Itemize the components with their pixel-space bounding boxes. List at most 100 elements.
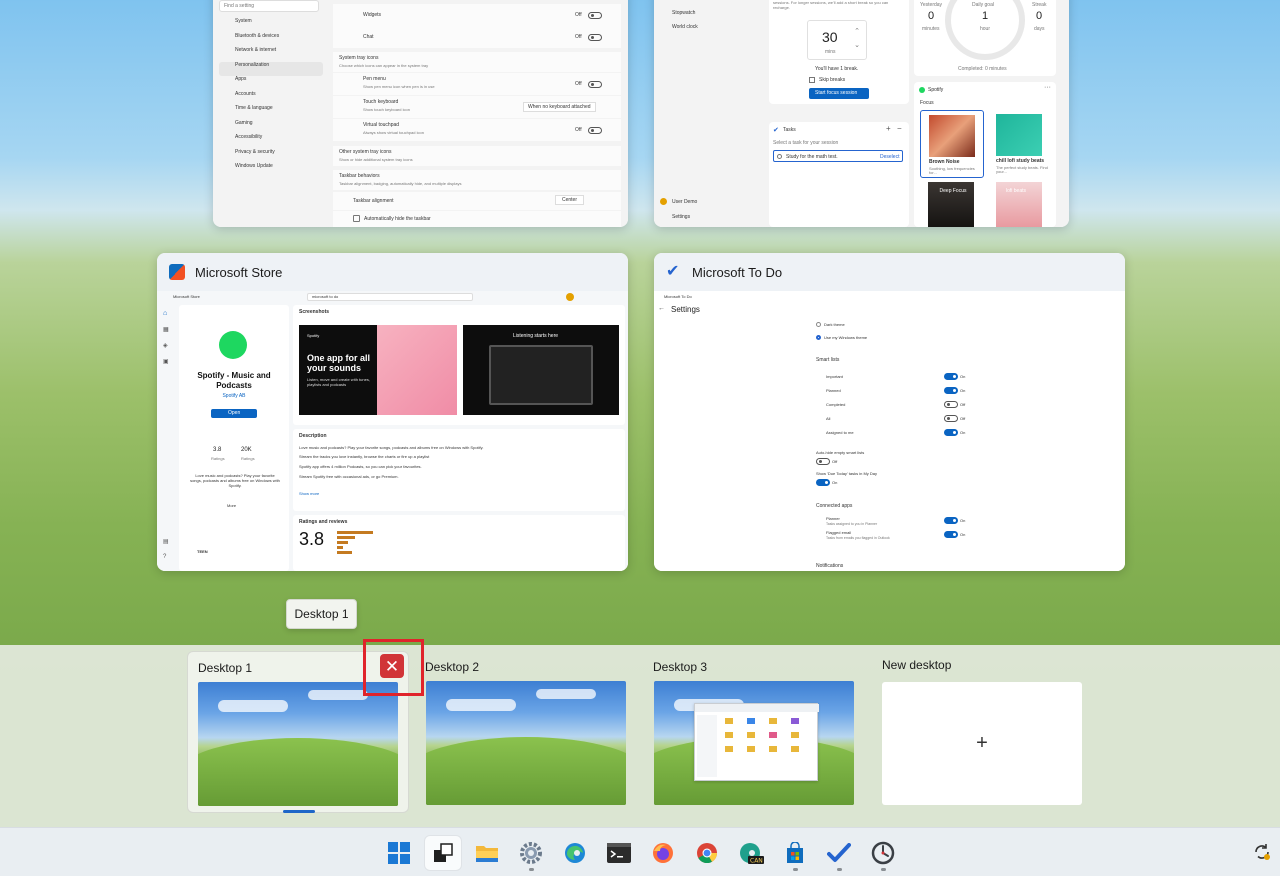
clock-button[interactable] bbox=[865, 836, 901, 871]
nav-world-clock[interactable]: World clock bbox=[672, 24, 698, 30]
show-due-toggle[interactable] bbox=[816, 479, 830, 486]
settings-button[interactable] bbox=[513, 836, 549, 871]
edge-button[interactable] bbox=[557, 836, 593, 870]
sidebar-item-accounts[interactable]: Accounts bbox=[219, 91, 323, 106]
sidebar-item-apps[interactable]: Apps bbox=[219, 76, 323, 91]
chrome-icon bbox=[697, 843, 718, 864]
new-desktop[interactable]: New desktop + bbox=[872, 651, 1094, 813]
todo-icon bbox=[827, 843, 851, 862]
help-icon[interactable]: ? bbox=[163, 554, 166, 560]
store-open-button[interactable]: Open bbox=[211, 409, 257, 418]
show-due-value: On bbox=[832, 480, 838, 485]
gaming-icon[interactable]: ◈ bbox=[163, 342, 168, 349]
sidebar-item-personalization[interactable]: Personalization bbox=[219, 61, 323, 76]
microsoft-store-window-thumbnail[interactable]: Microsoft Store Microsoft Store microsof… bbox=[157, 253, 628, 571]
playlist-brown-noise[interactable]: Brown Noise Soothing, low frequencies fo… bbox=[920, 110, 984, 178]
task-view-button[interactable] bbox=[425, 836, 461, 870]
task-circle-icon[interactable] bbox=[777, 154, 782, 159]
show-more-link[interactable]: Show more bbox=[299, 491, 319, 496]
radio-windows-theme[interactable] bbox=[816, 335, 821, 340]
alignment-select[interactable]: Center bbox=[555, 195, 585, 205]
user-name[interactable]: User Demo bbox=[672, 199, 697, 205]
age-rating-badge: TEEN bbox=[197, 549, 208, 554]
settings-search-input[interactable]: Find a setting bbox=[219, 0, 319, 12]
playlist-lofi-study[interactable]: chill lofi study beats The perfect study… bbox=[988, 110, 1052, 178]
playlist-lofi-beats[interactable]: lofi beats bbox=[996, 182, 1042, 227]
sidebar-item-gaming[interactable]: Gaming bbox=[219, 120, 323, 135]
clock-window-thumbnail[interactable]: Stopwatch World clock User Demo Settings… bbox=[654, 0, 1069, 227]
desktop-2[interactable]: Desktop 2 bbox=[416, 651, 638, 813]
screenshot-1[interactable]: Spotify One app for all your sounds List… bbox=[299, 325, 457, 415]
microsoft-store-button[interactable] bbox=[777, 836, 813, 871]
smart-list-planned-toggle[interactable] bbox=[944, 387, 958, 394]
firefox-button[interactable] bbox=[645, 836, 681, 870]
back-arrow-icon[interactable]: ← bbox=[658, 305, 665, 312]
movies-icon[interactable]: ▣ bbox=[163, 358, 169, 365]
todo-button[interactable] bbox=[821, 836, 857, 871]
widgets-toggle[interactable] bbox=[588, 12, 602, 19]
settings-window-thumbnail[interactable]: Find a setting System Bluetooth & device… bbox=[213, 0, 628, 227]
radio-dark-theme[interactable] bbox=[816, 322, 821, 327]
screenshot-2[interactable]: Listening starts here bbox=[463, 325, 619, 415]
chat-toggle[interactable] bbox=[588, 34, 602, 41]
sidebar-item-time-language[interactable]: Time & language bbox=[219, 105, 323, 120]
smart-list-assigned-toggle[interactable] bbox=[944, 429, 958, 436]
pen-menu-toggle[interactable] bbox=[588, 81, 602, 88]
sidebar-item-network[interactable]: Network & internet bbox=[219, 47, 323, 62]
desktop-1-thumbnail[interactable] bbox=[198, 682, 398, 806]
new-desktop-tile[interactable]: + bbox=[882, 682, 1082, 805]
sidebar-item-system[interactable]: System bbox=[219, 18, 323, 33]
tray-section[interactable]: System tray icons Choose which icons can… bbox=[333, 52, 621, 72]
library-icon[interactable]: ▤ bbox=[163, 538, 169, 545]
sidebar-item-windows-update[interactable]: Windows Update bbox=[219, 163, 323, 178]
running-indicator bbox=[881, 868, 886, 871]
store-more-link[interactable]: More bbox=[227, 503, 236, 508]
chrome-button[interactable] bbox=[689, 836, 725, 870]
more-options-icon[interactable]: − bbox=[897, 124, 902, 133]
autohide-checkbox[interactable] bbox=[353, 215, 360, 222]
touch-keyboard-select[interactable]: When no keyboard attached bbox=[523, 102, 596, 112]
sidebar-item-accessibility[interactable]: Accessibility bbox=[219, 134, 323, 149]
playlist-deep-focus[interactable]: Deep Focus bbox=[928, 182, 974, 227]
store-search-input[interactable]: microsoft to do bbox=[307, 293, 473, 301]
file-explorer-button[interactable] bbox=[469, 836, 505, 870]
add-task-icon[interactable]: + bbox=[886, 124, 891, 133]
sidebar-item-bluetooth[interactable]: Bluetooth & devices bbox=[219, 33, 323, 48]
sidebar-item-privacy[interactable]: Privacy & security bbox=[219, 149, 323, 164]
focus-card: sessions. For longer sessions, we'll add… bbox=[769, 0, 909, 104]
auto-hide-toggle[interactable] bbox=[816, 458, 830, 465]
close-desktop-button[interactable]: ✕ bbox=[380, 654, 404, 678]
skip-breaks-checkbox[interactable] bbox=[809, 77, 815, 83]
smart-list-all-toggle[interactable] bbox=[944, 415, 958, 422]
alignment-row: Taskbar alignment Center bbox=[333, 192, 621, 210]
nav-stopwatch[interactable]: Stopwatch bbox=[672, 10, 695, 16]
behaviors-section[interactable]: Taskbar behaviors Taskbar alignment, bad… bbox=[333, 170, 621, 190]
desktop-3-thumbnail[interactable] bbox=[654, 681, 854, 805]
terminal-button[interactable] bbox=[601, 836, 637, 870]
more-icon[interactable]: ··· bbox=[1044, 84, 1051, 91]
skip-breaks-label: Skip breaks bbox=[819, 77, 846, 83]
edge-canary-button[interactable]: CAN bbox=[733, 836, 769, 870]
store-avatar[interactable] bbox=[566, 293, 574, 301]
nav-settings[interactable]: Settings bbox=[672, 214, 690, 220]
smart-list-completed-toggle[interactable] bbox=[944, 401, 958, 408]
sync-status-button[interactable] bbox=[1252, 842, 1274, 864]
deselect-button[interactable]: Deselect bbox=[880, 154, 899, 160]
apps-icon[interactable]: ▦ bbox=[163, 326, 169, 333]
flagged-email-toggle[interactable] bbox=[944, 531, 958, 538]
start-button[interactable] bbox=[381, 836, 417, 870]
desktop-2-thumbnail[interactable] bbox=[426, 681, 626, 805]
smart-list-important-toggle[interactable] bbox=[944, 373, 958, 380]
planner-toggle[interactable] bbox=[944, 517, 958, 524]
auto-hide-value: Off bbox=[832, 459, 838, 464]
start-focus-button[interactable]: Start focus session bbox=[809, 88, 869, 99]
chevron-down-icon[interactable]: ⌄ bbox=[854, 41, 860, 49]
task-item[interactable]: Study for the math test. Deselect bbox=[773, 150, 903, 162]
desktop-3[interactable]: Desktop 3 bbox=[644, 651, 866, 813]
microsoft-todo-window-thumbnail[interactable]: ✔ Microsoft To Do Microsoft To Do ← Sett… bbox=[654, 253, 1125, 571]
minutes-stepper[interactable]: 30 mins ⌃ ⌄ bbox=[807, 20, 867, 60]
other-tray-section[interactable]: Other system tray icons Show or hide add… bbox=[333, 146, 621, 166]
home-icon[interactable]: ⌂ bbox=[163, 310, 167, 317]
virtual-touchpad-toggle[interactable] bbox=[588, 127, 602, 134]
chevron-up-icon[interactable]: ⌃ bbox=[854, 27, 860, 35]
